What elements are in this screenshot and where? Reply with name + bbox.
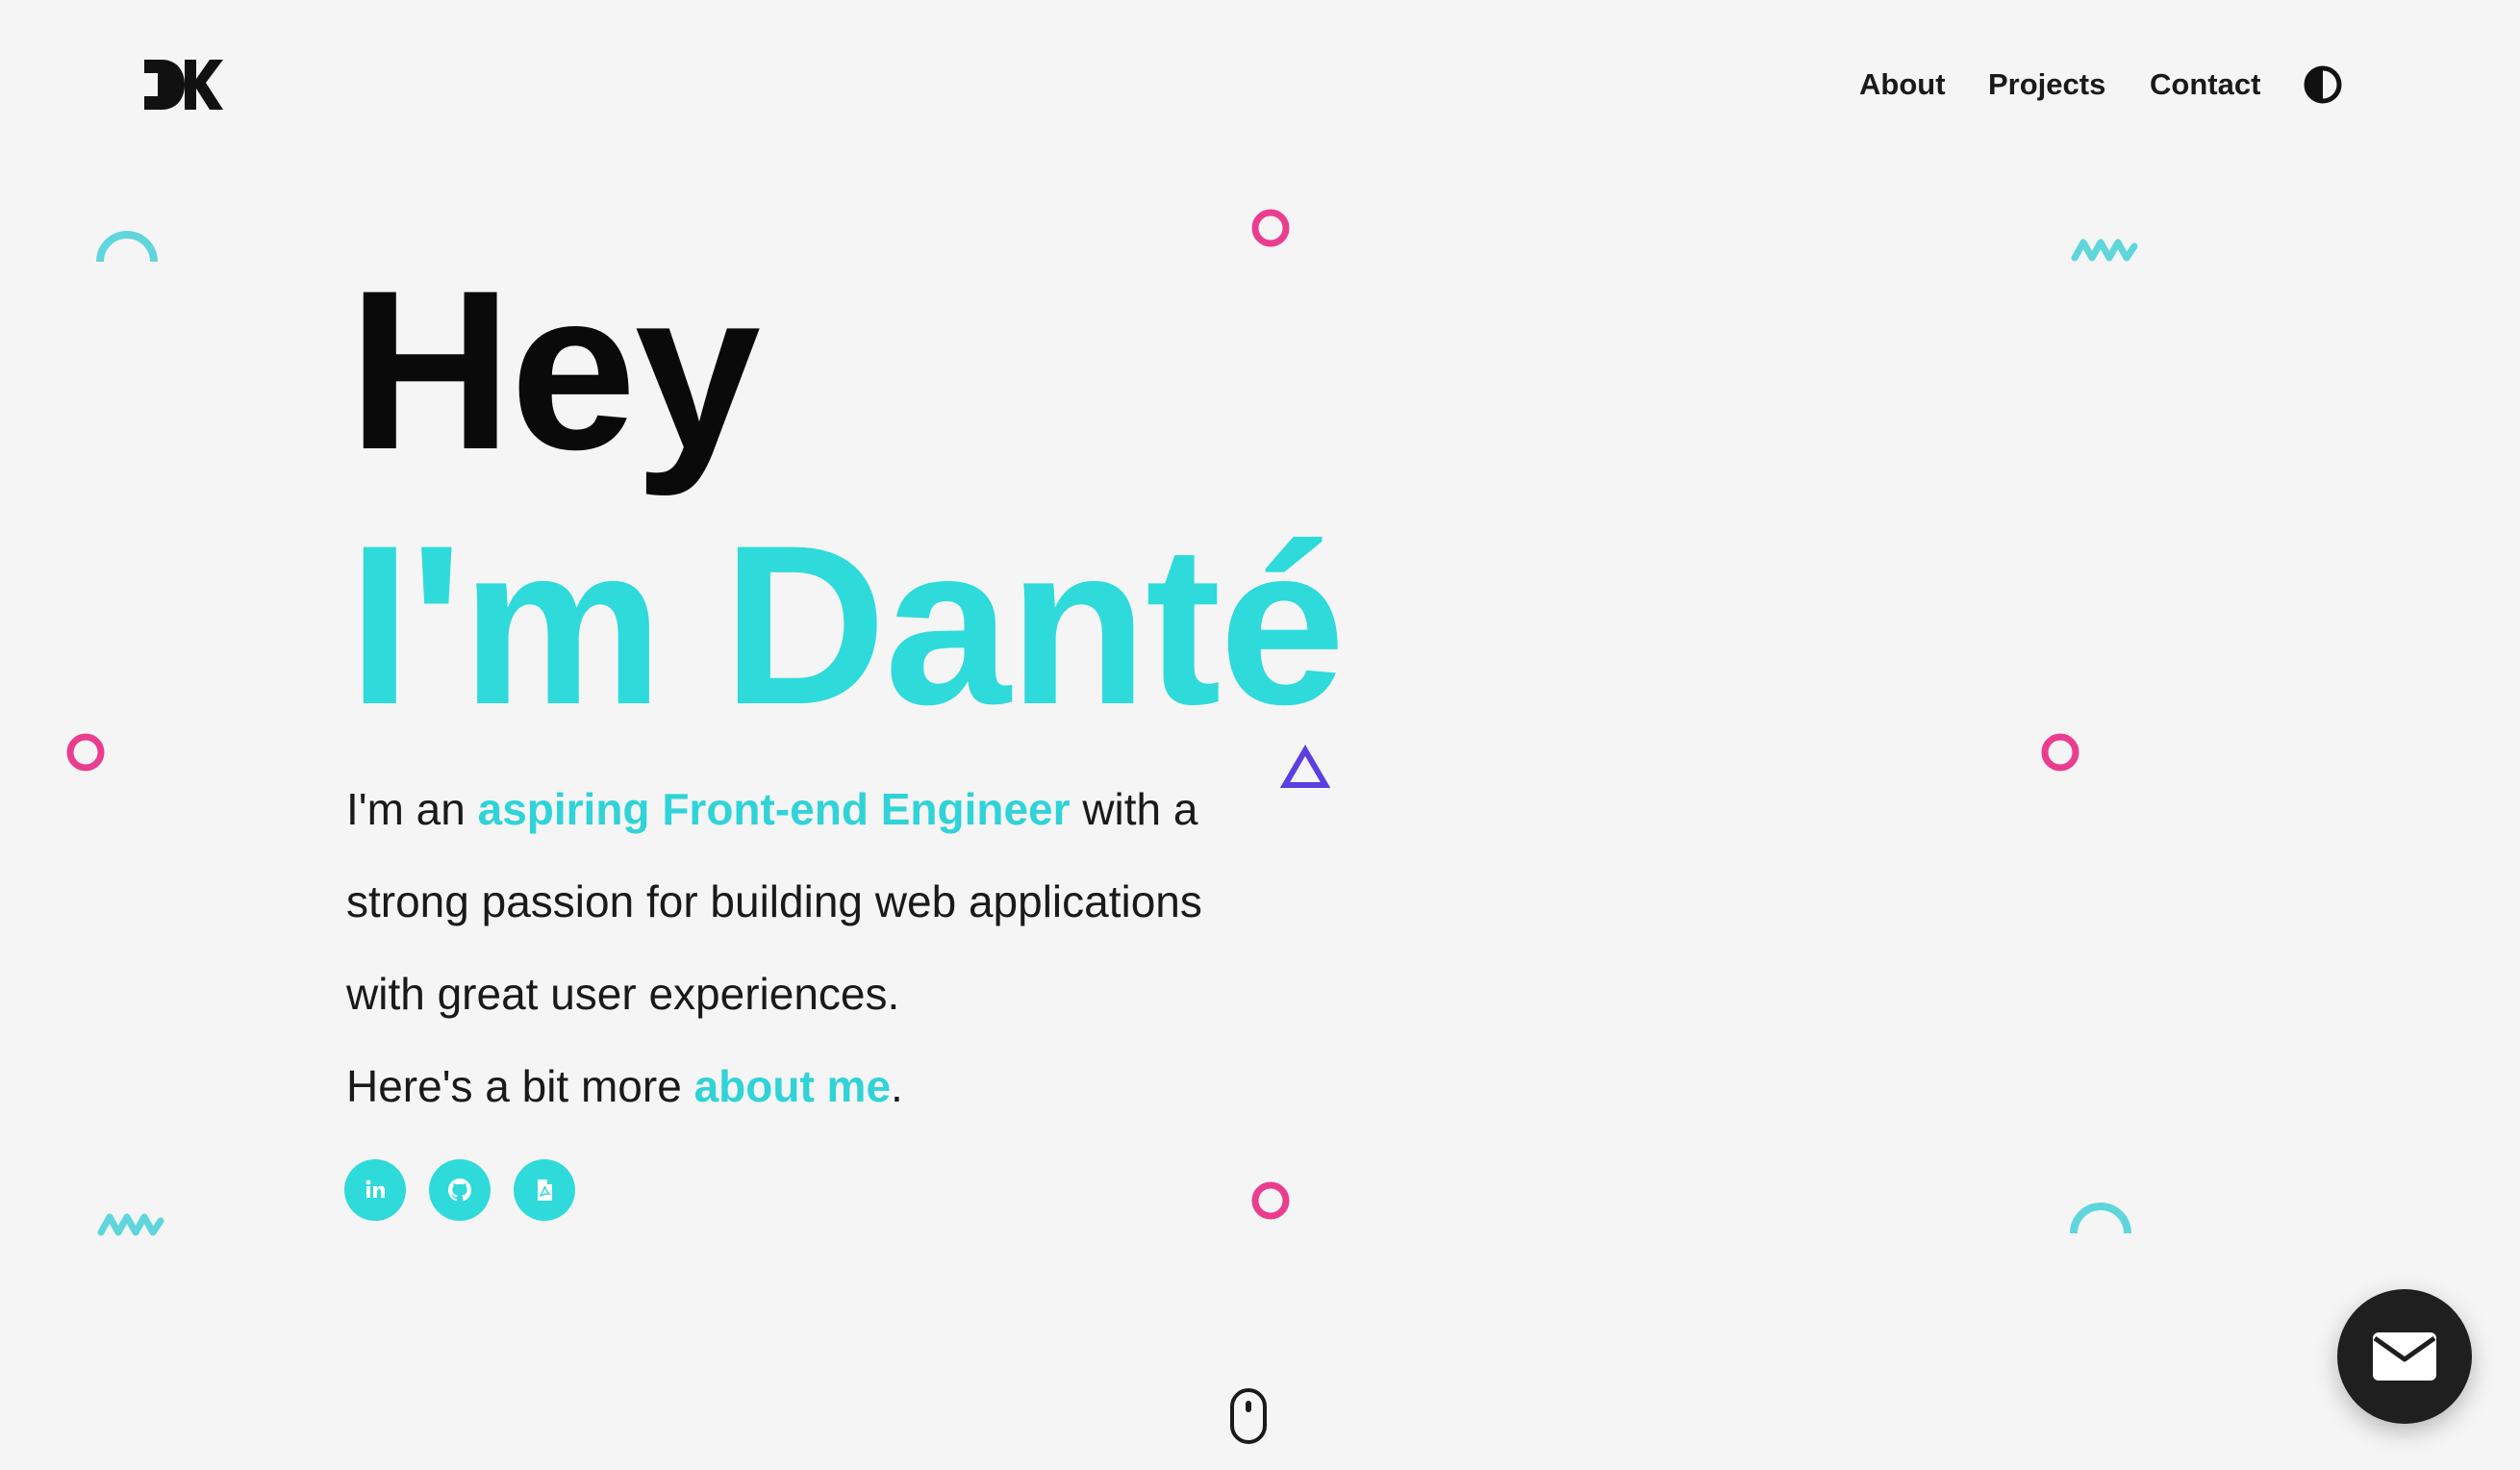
decorative-arc [96,231,158,266]
nav-link-projects[interactable]: Projects [1988,62,2105,108]
hero-name: I'm Danté [348,498,1346,752]
github-icon [448,1179,471,1202]
scroll-down-indicator[interactable] [1229,1387,1268,1445]
decorative-triangle [1279,745,1331,789]
mouse-scroll-icon [1230,1388,1267,1444]
decorative-ring [1250,1180,1291,1221]
bio-text: I'm an [346,784,478,834]
bio-text: Here's a bit more [346,1061,694,1111]
bio-highlight: aspiring Front-end Engineer [477,784,1071,834]
theme-toggle-button[interactable] [2304,65,2342,104]
contact-mail-button[interactable] [2337,1289,2472,1424]
github-button[interactable] [429,1159,491,1221]
linkedin-icon [365,1179,385,1198]
nav-link-contact[interactable]: Contact [2150,62,2260,108]
decorative-ring [1250,208,1291,248]
contrast-icon [2304,65,2342,104]
bio-text: . [891,1061,903,1111]
mail-icon [2373,1332,2436,1381]
decorative-arc [2070,1203,2131,1237]
hero-greeting: Hey [348,243,761,497]
site-logo[interactable] [142,58,223,112]
decorative-ring [65,732,106,773]
resume-button[interactable] [514,1159,575,1221]
decorative-zigzag [97,1211,164,1236]
decorative-zigzag [2071,237,2138,262]
about-me-link[interactable]: about me [694,1061,891,1111]
decorative-ring [2040,732,2080,773]
resume-pdf-icon [538,1179,552,1201]
linkedin-button[interactable] [344,1159,406,1221]
nav-link-about[interactable]: About [1859,62,1946,108]
hero-bio: I'm an aspiring Front-end Engineer with … [346,763,1212,1132]
